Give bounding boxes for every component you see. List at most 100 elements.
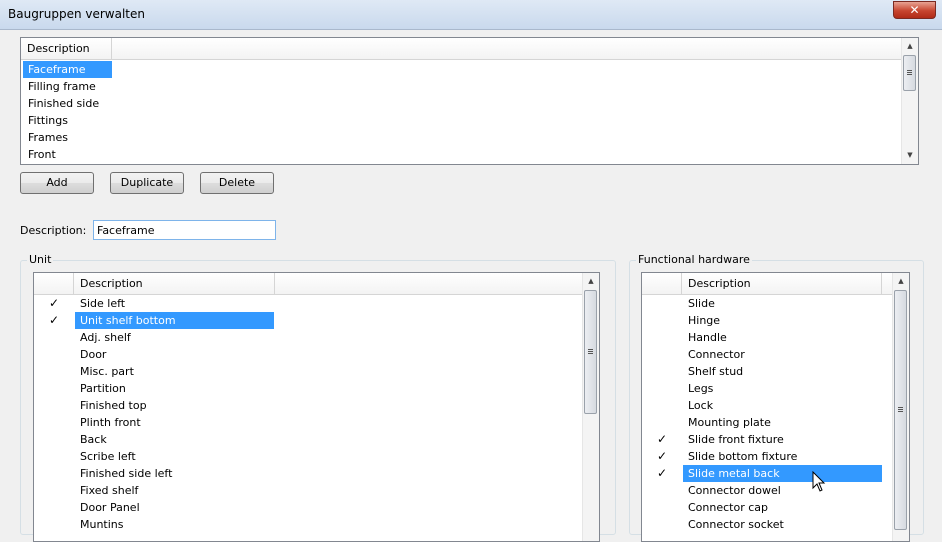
list-item[interactable]: ✓ Unit shelf bottom	[34, 312, 582, 329]
list-item[interactable]: Fittings	[21, 112, 901, 129]
grip-icon	[907, 70, 912, 75]
column-header-check[interactable]	[34, 273, 74, 294]
list-item[interactable]: Finished top	[34, 397, 582, 414]
column-header-check[interactable]	[642, 273, 682, 294]
scroll-thumb[interactable]	[584, 290, 597, 414]
close-button[interactable]: ✕	[893, 1, 936, 19]
list-item-label: Door	[80, 348, 107, 361]
list-item[interactable]: Lock	[642, 397, 892, 414]
scroll-up-arrow-icon[interactable]: ▲	[893, 273, 909, 289]
list-item[interactable]: Filling frame	[21, 78, 901, 95]
scroll-thumb[interactable]	[894, 290, 907, 530]
list-item[interactable]: Connector cap	[642, 499, 892, 516]
list-item[interactable]: Connector	[642, 346, 892, 363]
list-item-label: Muntins	[80, 518, 124, 531]
list-item[interactable]: Partition	[34, 380, 582, 397]
list-item[interactable]: Hinge	[642, 312, 892, 329]
list-item[interactable]: Misc. part	[34, 363, 582, 380]
description-label: Description:	[20, 224, 87, 237]
grip-icon	[898, 407, 903, 412]
list-item-label: Partition	[80, 382, 126, 395]
list-item[interactable]: Door Panel	[34, 499, 582, 516]
list-item-label: Lock	[688, 399, 714, 412]
list-item[interactable]: Shelf stud	[642, 363, 892, 380]
check-icon[interactable]: ✓	[650, 431, 674, 448]
list-item-label: Finished side left	[80, 467, 173, 480]
list-item[interactable]: Finished side left	[34, 465, 582, 482]
list-item[interactable]: Adj. shelf	[34, 329, 582, 346]
list-item-label: Handle	[688, 331, 727, 344]
list-item[interactable]: Finished side	[21, 95, 901, 112]
check-icon[interactable]: ✓	[42, 312, 66, 329]
list-item-label: Fittings	[28, 114, 68, 127]
list-item[interactable]: Scribe left	[34, 448, 582, 465]
list-item-label: Fixed shelf	[80, 484, 139, 497]
list-item[interactable]: Faceframe	[21, 61, 901, 78]
list-item-label: Hinge	[688, 314, 721, 327]
list-item-label: Slide metal back	[683, 465, 882, 482]
list-item-label: Scribe left	[80, 450, 136, 463]
list-item[interactable]: Connector dowel	[642, 482, 892, 499]
list-item-label: Connector cap	[688, 501, 769, 514]
unit-list-header: Description	[34, 273, 583, 295]
hardware-group-label: Functional hardware	[636, 253, 752, 266]
list-item-label: Shelf stud	[688, 365, 744, 378]
list-item-label: Mounting plate	[688, 416, 771, 429]
list-item-label: Plinth front	[80, 416, 141, 429]
list-item[interactable]: Back	[34, 431, 582, 448]
list-item-label: Finished top	[80, 399, 147, 412]
hardware-list-header: Description	[642, 273, 893, 295]
check-icon[interactable]: ✓	[650, 448, 674, 465]
assembly-list[interactable]: Description ▲ ▼ Faceframe Filling frame Fi…	[20, 37, 919, 165]
list-item[interactable]: Connector socket	[642, 516, 892, 533]
list-item[interactable]: Door	[34, 346, 582, 363]
list-item-label: Adj. shelf	[80, 331, 131, 344]
grip-icon	[588, 349, 593, 354]
scroll-thumb[interactable]	[903, 55, 916, 91]
hardware-list-scrollbar[interactable]: ▲	[892, 273, 909, 541]
column-header-description[interactable]: Description	[682, 273, 882, 294]
list-item-label: Side left	[80, 297, 126, 310]
check-icon[interactable]: ✓	[42, 295, 66, 312]
duplicate-button[interactable]: Duplicate	[110, 172, 184, 194]
list-item-label: Connector socket	[688, 518, 784, 531]
check-icon[interactable]: ✓	[650, 465, 674, 482]
list-item[interactable]: Front	[21, 146, 901, 163]
list-item-label: Finished side	[28, 97, 100, 110]
unit-list-scrollbar[interactable]: ▲	[582, 273, 599, 541]
list-item[interactable]: Muntins	[34, 516, 582, 533]
list-item-label: Misc. part	[80, 365, 134, 378]
list-item[interactable]: ✓ Slide metal back	[642, 465, 892, 482]
list-item[interactable]: Plinth front	[34, 414, 582, 431]
close-icon: ✕	[909, 3, 920, 17]
list-item[interactable]: Slide	[642, 295, 892, 312]
delete-button[interactable]: Delete	[200, 172, 274, 194]
assembly-list-scrollbar[interactable]: ▲ ▼	[901, 38, 918, 164]
list-item[interactable]: ✓ Slide front fixture	[642, 431, 892, 448]
scroll-up-arrow-icon[interactable]: ▲	[902, 38, 918, 54]
unit-list[interactable]: Description ▲ ✓ Side left ✓ Unit shelf bott…	[33, 272, 600, 542]
list-item[interactable]: Handle	[642, 329, 892, 346]
list-item[interactable]: ✓ Side left	[34, 295, 582, 312]
column-header-description[interactable]: Description	[21, 38, 112, 59]
scroll-up-arrow-icon[interactable]: ▲	[583, 273, 599, 289]
list-item-label: Slide bottom fixture	[688, 450, 798, 463]
list-item[interactable]: Mounting plate	[642, 414, 892, 431]
column-header-description[interactable]: Description	[74, 273, 275, 294]
hardware-list[interactable]: Description ▲ Slide Hinge Handle Connector S…	[641, 272, 910, 542]
scroll-down-arrow-icon[interactable]: ▼	[902, 147, 918, 163]
window-title: Baugruppen verwalten	[8, 7, 145, 21]
list-item[interactable]: Frames	[21, 129, 901, 146]
list-item-label: Faceframe	[23, 61, 112, 78]
list-item-label: Door Panel	[80, 501, 140, 514]
list-item-label: Slide	[688, 297, 715, 310]
list-item[interactable]: ✓ Slide bottom fixture	[642, 448, 892, 465]
list-item-label: Front	[28, 148, 56, 161]
description-input[interactable]	[93, 220, 276, 240]
list-item[interactable]: Fixed shelf	[34, 482, 582, 499]
add-button[interactable]: Add	[20, 172, 94, 194]
list-item-label: Connector dowel	[688, 484, 781, 497]
list-item[interactable]: Legs	[642, 380, 892, 397]
title-bar: Baugruppen verwalten ✕	[0, 0, 942, 30]
assembly-list-header: Description	[21, 38, 902, 60]
